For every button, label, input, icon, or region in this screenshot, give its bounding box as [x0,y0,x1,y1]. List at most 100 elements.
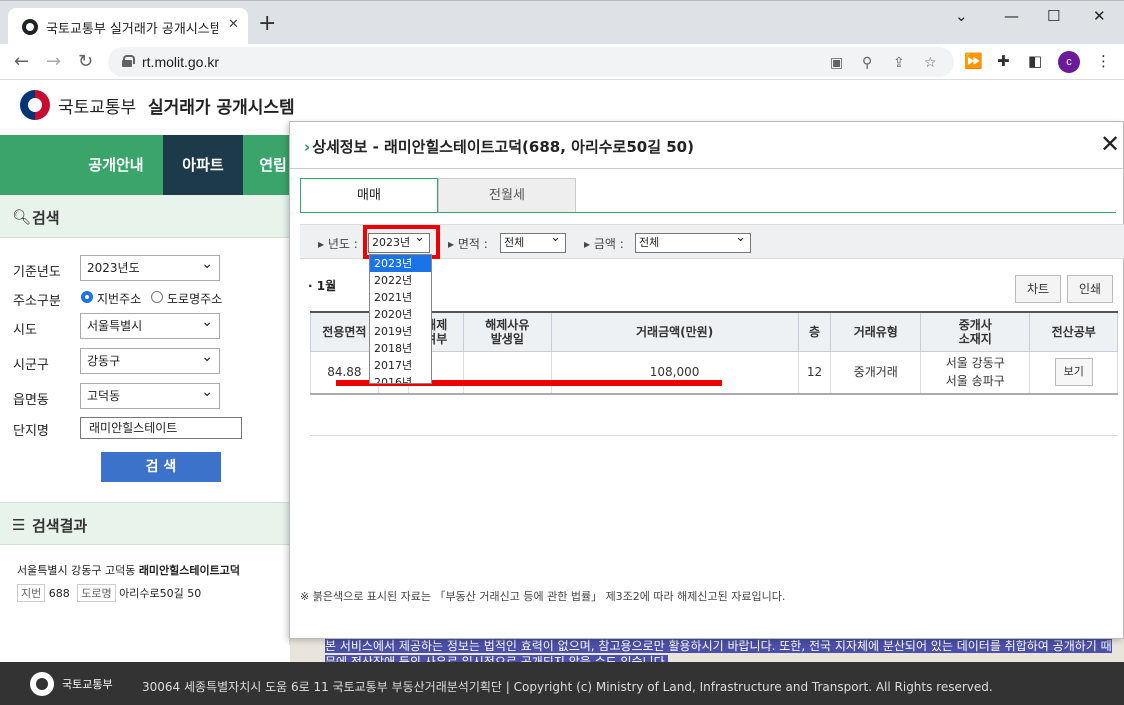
result-address: 서울특별시 강동구 고덕동 [17,564,136,577]
radio-jibun-label[interactable]: 지번주소 [97,290,141,307]
government-emblem-icon[interactable] [20,90,50,120]
nav-info[interactable]: 공개안내 [70,135,162,195]
col-type: 거래유형 [830,311,922,352]
cast-icon[interactable]: ▣ [830,55,843,71]
year-option[interactable]: 2020년 [370,306,431,323]
share-icon[interactable]: ⇪ [893,55,905,71]
close-icon[interactable]: ✕ [1100,130,1120,158]
zoom-icon[interactable]: ⚲ [862,55,872,71]
area-filter-select[interactable]: 전체 [500,229,566,253]
col-agent: 중개사 소재지 [920,311,1031,352]
modal-note: ※ 붉은색으로 표시된 자료는 「부동산 거래신고 등에 관한 법률」 제3조2… [300,590,786,603]
lock-icon[interactable] [122,55,135,67]
browser-tabstrip: 국토교통부 실거래가 공개시스템 ✕ + ⌄ — ☐ ✕ [0,0,1124,45]
year-option[interactable]: 2021년 [370,289,431,306]
list-icon: ☰ [12,516,26,534]
result-item[interactable]: 서울특별시 강동구 고덕동 래미안힐스테이트고덕 [17,562,240,578]
search-header-label: 검색 [32,209,60,227]
extensions-puzzle-icon[interactable]: ✚ [997,52,1010,70]
year-option[interactable]: 2016년 [370,374,431,383]
col-cancel-date: 해제사유 발생일 [463,311,552,352]
label-sido: 시도 [13,323,37,338]
magnifier-icon: 🔍︎ [12,208,32,226]
radio-jibun[interactable] [81,291,93,303]
forward-button[interactable]: → [46,51,61,72]
agent-line-2: 서울 송파구 [945,374,1005,389]
view-button[interactable]: 보기 [1054,358,1093,387]
price-filter-select[interactable]: 전체 [635,229,751,253]
radio-road-label[interactable]: 도로명주소 [167,290,222,307]
results-header: ☰ 검색결과 [0,502,290,545]
cell-registry: 보기 [1029,350,1118,395]
result-complex-name[interactable]: 래미안힐스테이트고덕 [139,564,240,577]
footer-ministry: 국토교통부 [62,678,113,691]
complex-name-input[interactable]: 래미안힐스테이트 [80,417,242,439]
reload-button[interactable]: ↻ [78,51,93,72]
table-bottom-line [310,435,1118,436]
month-label: · 1월 [308,279,337,293]
print-button[interactable]: 인쇄 [1067,275,1113,303]
cell-floor: 12 [797,350,832,395]
cell-price: 108,000 [550,350,799,395]
road-tag: 도로명 [77,584,116,602]
year-option[interactable]: 2023년 [370,255,431,272]
nav-apartment[interactable]: 아파트 [163,135,243,195]
back-button[interactable]: ← [14,51,29,72]
year-select[interactable]: 2023년도 [80,252,220,281]
road-value: 아리수로50길 50 [119,587,202,600]
ministry-name[interactable]: 국토교통부 [58,93,136,118]
sido-select[interactable]: 서울특별시 [80,310,220,339]
close-window-button[interactable]: ✕ [1093,7,1106,25]
new-tab-button[interactable]: + [258,13,276,35]
bookmark-star-icon[interactable]: ☆ [924,55,937,71]
jibun-tag: 지번 [17,584,46,602]
search-button[interactable]: 검 색 [101,452,221,482]
side-panel-icon[interactable]: ◧ [1028,52,1042,70]
year-option[interactable]: 2017년 [370,357,431,374]
modal-title: › 상세정보 - 래미안힐스테이트고덕(688, 아리수로50길 50) [304,136,694,157]
minimize-button[interactable]: — [1004,7,1019,25]
dong-select[interactable]: 고덕동 [80,380,220,409]
price-filter-label: ▸ 금액 : [584,237,624,251]
year-option[interactable]: 2018년 [370,340,431,357]
tab-search-icon[interactable]: ⌄ [955,7,968,25]
col-price: 거래금액(만원) [550,311,799,352]
search-panel: 🔍︎ 검색 기준년도 2023년도 주소구분 지번주소 도로명주소 시도 서울특… [0,195,290,645]
label-address-type: 주소구분 [13,294,61,309]
close-tab-icon[interactable]: ✕ [228,17,239,32]
year-option[interactable]: 2019년 [370,323,431,340]
label-complex: 단지명 [13,424,49,439]
cell-type: 중개거래 [830,350,922,395]
year-option[interactable]: 2022년 [370,272,431,289]
kebab-menu-icon[interactable]: ⋮ [1096,52,1111,70]
sigungu-select[interactable]: 강동구 [80,345,220,374]
system-name[interactable]: 실거래가 공개시스템 [148,93,295,118]
label-dong: 읍면동 [13,393,49,408]
browser-tab[interactable]: 국토교통부 실거래가 공개시스템 ✕ [8,8,248,45]
extension-icon[interactable]: ⏩ [964,52,983,70]
maximize-button[interactable]: ☐ [1047,7,1060,25]
globe-icon [22,19,38,35]
search-header: 🔍︎ 검색 [0,195,290,238]
modal-title-text: 상세정보 - 래미안힐스테이트고덕(688, 아리수로50길 50) [312,138,694,156]
chevron-right-icon: › [304,138,311,156]
year-dropdown-list: 2023년 2022년 2021년 2020년 2019년 2018년 2017… [369,254,432,384]
tab-rent[interactable]: 전월세 [438,178,576,213]
detail-modal: › 상세정보 - 래미안힐스테이트고덕(688, 아리수로50길 50) ✕ 매매… [289,121,1124,639]
address-bar[interactable]: rt.molit.go.kr ▣ ⚲ ⇪ ☆ [108,47,954,77]
col-floor: 층 [797,311,832,352]
modal-divider [290,168,1124,169]
agent-line-1: 서울 강동구 [945,356,1005,371]
footer-address: 30064 세종특별자치시 도움 6로 11 국토교통부 부동산거래분석기획단 … [142,680,993,694]
label-year: 기준년도 [13,265,61,280]
footer-emblem-icon [30,672,54,696]
area-filter-label: ▸ 면적 : [448,237,488,251]
tab-sale[interactable]: 매매 [300,178,438,213]
profile-avatar[interactable]: c [1058,51,1080,73]
chart-button[interactable]: 차트 [1015,275,1061,303]
footer: 국토교통부 30064 세종특별자치시 도움 6로 11 국토교통부 부동산거래… [0,662,1124,705]
jibun-value: 688 [48,587,70,600]
radio-road[interactable] [151,291,163,303]
results-header-label: 검색결과 [32,517,88,535]
url-text[interactable]: rt.molit.go.kr [142,54,219,70]
